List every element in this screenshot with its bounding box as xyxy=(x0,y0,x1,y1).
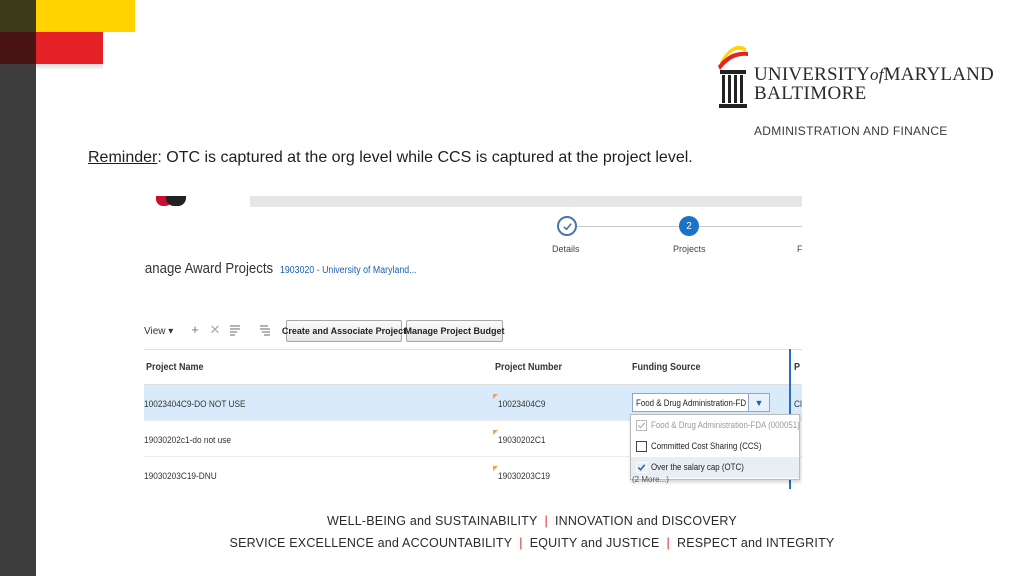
logo-campus-name: BALTIMORE xyxy=(754,83,867,104)
reminder-label: Reminder xyxy=(88,149,158,166)
funding-source-select[interactable]: Food & Drug Administration-FDA ( ▼ xyxy=(632,393,770,412)
check-icon xyxy=(637,422,646,429)
checkbox-otc[interactable] xyxy=(636,462,647,473)
app-screenshot: 2 Details Projects F lanage Award Projec… xyxy=(144,196,802,492)
cell-project-number: 19030202C1 xyxy=(498,435,546,445)
footer-values-line2: SERVICE EXCELLENCE and ACCOUNTABILITY | EQ… xyxy=(0,536,1024,550)
decor-dark-block-top xyxy=(0,0,36,32)
footer-values-line1: WELL-BEING and SUSTAINABILITY | INNOVATION… xyxy=(0,514,1024,528)
train-step-details[interactable] xyxy=(557,216,577,236)
award-link[interactable]: 1903020 - University of Maryland... xyxy=(280,265,416,276)
export-icon[interactable] xyxy=(258,323,272,337)
reminder-text: Reminder: OTC is captured at the org lev… xyxy=(88,149,693,167)
funding-source-value: Food & Drug Administration-FDA ( xyxy=(636,398,746,408)
funding-source-dropdown: Food & Drug Administration-FDA (000051) … xyxy=(630,414,800,480)
footer-value: WELL-BEING and SUSTAINABILITY xyxy=(327,514,538,528)
cell-project-number: 19030203C19 xyxy=(498,471,551,481)
left-sidebar-bar xyxy=(0,0,36,576)
column-seal-icon xyxy=(718,45,748,108)
column-header-funding-source[interactable]: Funding Source xyxy=(632,362,700,373)
add-icon[interactable]: + xyxy=(188,323,202,337)
checkbox-ccs[interactable] xyxy=(636,441,647,452)
column-header-next[interactable]: P xyxy=(794,362,800,373)
column-header-project-number[interactable]: Project Number xyxy=(495,362,562,373)
view-menu[interactable]: View ▾ xyxy=(144,326,173,337)
footer-separator: | xyxy=(666,536,670,550)
funding-option-label: Food & Drug Administration-FDA (000051) xyxy=(651,420,800,430)
train-step-projects[interactable]: 2 xyxy=(679,216,699,236)
funding-option-ccs[interactable]: Committed Cost Sharing (CCS) xyxy=(631,436,799,457)
table-toolbar: View ▾ + ✕ Create and Associate Project … xyxy=(144,320,544,344)
department-name: ADMINISTRATION AND FINANCE xyxy=(754,124,948,138)
footer-separator: | xyxy=(519,536,523,550)
reminder-body: : OTC is captured at the org level while… xyxy=(157,149,693,166)
decor-dark-block-mid xyxy=(0,32,36,64)
manage-project-budget-button[interactable]: Manage Project Budget xyxy=(405,320,505,342)
decor-red-bar xyxy=(36,32,103,64)
cell-project-number: 10023404C9 xyxy=(498,399,546,409)
train-step-next-label: F xyxy=(797,244,802,254)
checkbox-fda xyxy=(636,420,647,431)
decor-shadow xyxy=(36,64,103,70)
page-title: lanage Award Projects xyxy=(144,260,274,277)
footer-separator: | xyxy=(544,514,548,528)
column-header-project-name[interactable]: Project Name xyxy=(146,362,204,373)
checkmark-icon xyxy=(562,222,572,230)
footer-value: EQUITY and JUSTICE xyxy=(529,536,660,550)
footer-value: SERVICE EXCELLENCE and ACCOUNTABILITY xyxy=(229,536,513,550)
funding-option-label: Committed Cost Sharing (CCS) xyxy=(651,441,762,451)
more-options-link[interactable]: (2 More...) xyxy=(632,475,669,484)
train-step-projects-label: Projects xyxy=(673,244,706,254)
cell-project-name: 19030203C19-DNU xyxy=(144,471,217,481)
delete-icon[interactable]: ✕ xyxy=(208,323,222,337)
funding-option-fda: Food & Drug Administration-FDA (000051) xyxy=(631,415,800,436)
check-icon xyxy=(637,464,646,471)
cell-project-name: 10023404C9-DO NOT USE xyxy=(144,399,246,409)
cell-next: Cl xyxy=(794,399,802,409)
decor-yellow-bar xyxy=(36,0,135,32)
edit-rows-icon[interactable] xyxy=(228,323,242,337)
train-step-details-label: Details xyxy=(552,244,580,254)
funding-option-label: Over the salary cap (OTC) xyxy=(651,462,744,472)
footer-value: INNOVATION and DISCOVERY xyxy=(555,514,737,528)
dropdown-arrow-icon[interactable]: ▼ xyxy=(748,393,770,412)
university-logo: UNIVERSITYofMARYLAND BALTIMORE xyxy=(712,40,994,120)
table-header: Project Name Project Number Funding Sour… xyxy=(144,349,802,385)
cell-project-name: 19030202c1-do not use xyxy=(144,435,232,445)
footer-value: RESPECT and INTEGRITY xyxy=(676,536,835,550)
create-associate-project-button[interactable]: Create and Associate Project xyxy=(282,320,406,342)
